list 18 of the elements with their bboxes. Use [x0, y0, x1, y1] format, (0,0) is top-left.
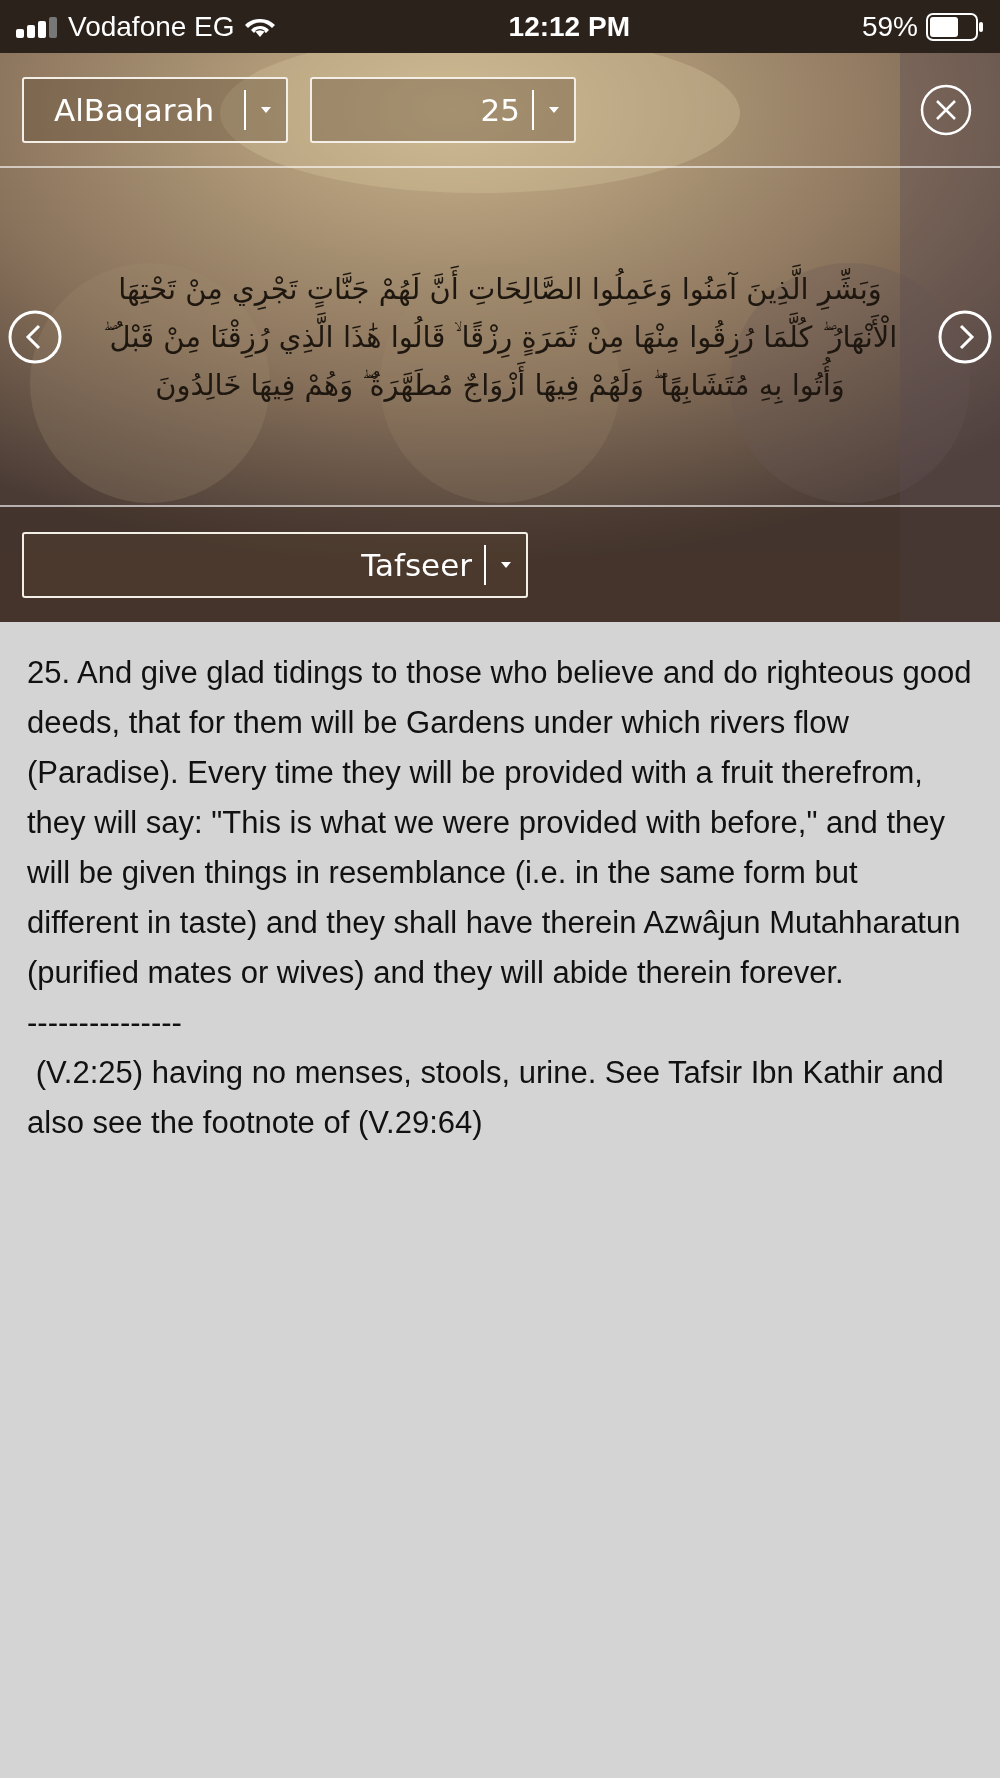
caret-icon: [500, 560, 512, 569]
clock-time: 12:12 PM: [508, 10, 630, 43]
chevron-left-icon[interactable]: [8, 309, 62, 364]
carrier-name: Vodafone EG: [68, 10, 235, 43]
tafseer-dropdown[interactable]: Tafseer: [22, 531, 528, 598]
arabic-verse: وَبَشِّرِ الَّذِينَ آمَنُوا وَعَمِلُوا الصَّالِحَاتِ أَنَّ لَهُمْ جَنَّاتٍ تَجْرِي مِنْ تَحْتِهَا الْأَنْهَارُ ۖ كُلَّمَا رُزِقُوا مِنْهَا مِنْ ثَمَرَةٍ رِزْقًا ۙ قَالُوا هَٰذَا الَّذِي رُزِقْنَا مِنْ قَبْلُ ۖ وَأُتُوا بِهِ مُتَشَابِهًا ۖ وَلَهُمْ فِيهَا أَزْوَاجٌ مُطَهَّرَةٌ ۖ وَهُمْ فِيهَا خَالِدُونَ: [72, 264, 928, 409]
tafseer-text: (V.2:25) having no menses, stools, urine. See Tafsir Ibn Kathir and also see the footnote of (V.29:64): [27, 1054, 945, 1142]
close-icon[interactable]: [920, 83, 972, 136]
signal-icon: [16, 15, 60, 38]
battery-percentage: 59%: [861, 10, 918, 43]
verse-number-dropdown[interactable]: 25: [310, 76, 576, 143]
tafseer-text: ---------------: [27, 1004, 183, 1042]
caret-icon: [548, 105, 560, 114]
tafseer-text: 25. And give glad tidings to those who believe and do righteous good deeds, that for them will be Gardens under which rivers flow (Paradise). Every time they will be provided with a fruit therefrom, they will say: "This is what we were provided with before," and they will be given things in resemblance (i.e. in the same form but different in taste) and they shall have therein Azwâjun Mutahharatun (purified mates or wives) and they will abide therein forever.: [27, 654, 973, 992]
caret-icon: [260, 105, 272, 114]
chevron-right-icon[interactable]: [938, 309, 992, 364]
surah-dropdown[interactable]: AlBaqarah: [22, 76, 288, 143]
battery-icon: [926, 12, 984, 41]
